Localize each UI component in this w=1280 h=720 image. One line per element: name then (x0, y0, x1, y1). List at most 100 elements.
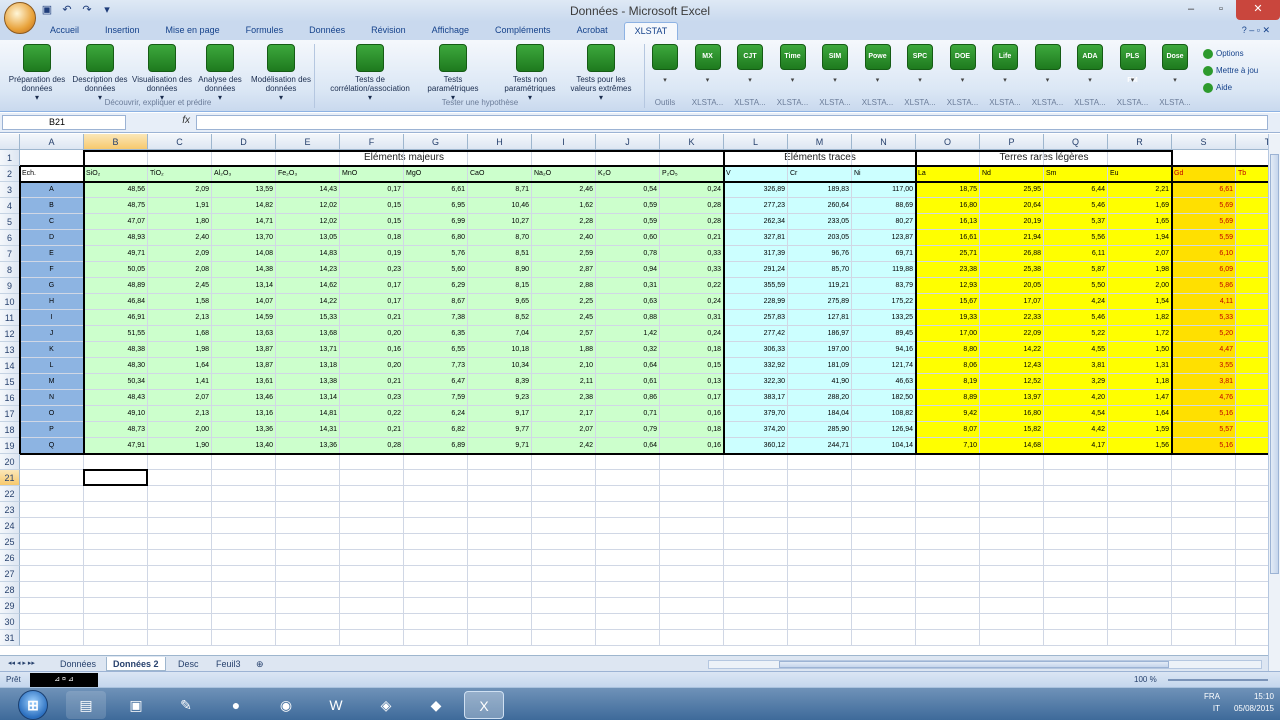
empty-cell[interactable] (852, 454, 916, 470)
empty-cell[interactable] (1236, 150, 1268, 166)
empty-cell[interactable] (660, 582, 724, 598)
empty-cell[interactable] (1236, 470, 1268, 486)
data-cell[interactable]: 1,94 (1108, 230, 1172, 246)
data-cell[interactable]: 0,20 (340, 326, 404, 342)
xlstat-module-icon[interactable]: DOE (949, 44, 976, 70)
data-cell[interactable]: 15,33 (276, 310, 340, 326)
data-cell[interactable]: 0,54 (596, 182, 660, 198)
data-cell[interactable]: 6,09 (1172, 262, 1236, 278)
empty-cell[interactable] (596, 582, 660, 598)
data-cell[interactable]: 4,76 (1172, 390, 1236, 406)
zoom-slider[interactable] (1168, 679, 1268, 681)
row-header[interactable]: 23 (0, 502, 20, 518)
empty-cell[interactable] (852, 470, 916, 486)
data-cell[interactable]: 0,71 (596, 406, 660, 422)
tab-mise-en-page[interactable]: Mise en page (156, 22, 230, 40)
empty-cell[interactable] (1236, 598, 1268, 614)
data-cell[interactable]: 126,94 (852, 422, 916, 438)
empty-cell[interactable] (852, 598, 916, 614)
data-cell[interactable]: 0,15 (340, 198, 404, 214)
data-cell[interactable]: 21,94 (980, 230, 1044, 246)
column-header-M[interactable]: M (788, 134, 852, 150)
empty-cell[interactable] (340, 454, 404, 470)
empty-cell[interactable] (276, 582, 340, 598)
empty-cell[interactable] (468, 550, 532, 566)
empty-cell[interactable] (724, 454, 788, 470)
data-cell[interactable]: 1,42 (596, 326, 660, 342)
empty-cell[interactable] (724, 582, 788, 598)
empty-cell[interactable] (596, 486, 660, 502)
data-cell[interactable]: 119,21 (788, 278, 852, 294)
data-cell[interactable]: 5,56 (1044, 230, 1108, 246)
empty-cell[interactable] (1172, 630, 1236, 646)
active-cell[interactable] (83, 469, 148, 486)
empty-cell[interactable] (660, 486, 724, 502)
data-cell[interactable]: K (20, 342, 84, 358)
row-header[interactable]: 24 (0, 518, 20, 534)
data-cell[interactable]: 2,25 (532, 294, 596, 310)
empty-cell[interactable] (84, 502, 148, 518)
data-cell[interactable]: 1 (1236, 214, 1268, 230)
empty-cell[interactable] (980, 630, 1044, 646)
row-header[interactable]: 5 (0, 214, 20, 230)
empty-cell[interactable] (980, 550, 1044, 566)
row-header[interactable]: 1 (0, 150, 20, 166)
data-cell[interactable]: 3,81 (1172, 374, 1236, 390)
empty-cell[interactable] (1108, 534, 1172, 550)
data-cell[interactable]: 8,70 (468, 230, 532, 246)
data-cell[interactable]: 18,75 (916, 182, 980, 198)
empty-cell[interactable] (788, 550, 852, 566)
data-cell[interactable]: 8,90 (468, 262, 532, 278)
xlstat-button-5[interactable]: Tests de corrélation/association ▾ (320, 44, 420, 102)
empty-cell[interactable] (148, 518, 212, 534)
empty-cell[interactable] (276, 518, 340, 534)
empty-cell[interactable] (1236, 502, 1268, 518)
data-cell[interactable]: 14,68 (980, 438, 1044, 454)
empty-cell[interactable] (852, 550, 916, 566)
empty-cell[interactable] (532, 550, 596, 566)
data-cell[interactable]: 4,20 (1044, 390, 1108, 406)
data-cell[interactable]: Q (20, 438, 84, 454)
data-cell[interactable]: F (20, 262, 84, 278)
data-cell[interactable]: 1,54 (1108, 294, 1172, 310)
empty-cell[interactable] (660, 598, 724, 614)
data-cell[interactable]: 1,72 (1108, 326, 1172, 342)
data-cell[interactable]: 5,57 (1172, 422, 1236, 438)
data-cell[interactable]: 10,46 (468, 198, 532, 214)
data-cell[interactable]: 20,64 (980, 198, 1044, 214)
row-header[interactable]: 17 (0, 406, 20, 422)
data-cell[interactable]: 0 (1236, 438, 1268, 454)
data-cell[interactable]: 0,22 (340, 406, 404, 422)
empty-cell[interactable] (404, 486, 468, 502)
tab-affichage[interactable]: Affichage (422, 22, 479, 40)
header-cell[interactable]: Nd (980, 166, 1044, 182)
empty-cell[interactable] (20, 582, 84, 598)
data-cell[interactable]: 0,64 (596, 358, 660, 374)
maximize-icon[interactable]: ▫ (1206, 0, 1236, 20)
empty-cell[interactable] (340, 518, 404, 534)
data-cell[interactable]: 186,97 (788, 326, 852, 342)
empty-cell[interactable] (212, 566, 276, 582)
data-cell[interactable]: 0,18 (660, 422, 724, 438)
data-cell[interactable]: 9,23 (468, 390, 532, 406)
data-cell[interactable]: 0 (1236, 342, 1268, 358)
worksheet-grid[interactable]: A B C D E F G H I J K L M N O P Q R S T 1 2 3 4 5 6 7 8 9 10 11 12 13 14 1… (0, 134, 1268, 654)
data-cell[interactable]: 1,50 (1108, 342, 1172, 358)
empty-cell[interactable] (20, 566, 84, 582)
data-cell[interactable]: 12,43 (980, 358, 1044, 374)
empty-cell[interactable] (1172, 470, 1236, 486)
data-cell[interactable]: J (20, 326, 84, 342)
empty-cell[interactable] (660, 470, 724, 486)
data-cell[interactable]: 0,28 (340, 438, 404, 454)
empty-cell[interactable] (980, 454, 1044, 470)
close-icon[interactable]: ✕ (1236, 0, 1280, 20)
header-cell[interactable]: Al₂O₃ (212, 166, 276, 182)
data-cell[interactable]: 2,21 (1108, 182, 1172, 198)
data-cell[interactable]: 13,70 (212, 230, 276, 246)
data-cell[interactable]: 355,59 (724, 278, 788, 294)
empty-cell[interactable] (532, 582, 596, 598)
data-cell[interactable]: 14,82 (212, 198, 276, 214)
data-cell[interactable]: 6,80 (404, 230, 468, 246)
empty-cell[interactable] (340, 614, 404, 630)
language-indicator[interactable]: FRA IT (1204, 691, 1220, 715)
